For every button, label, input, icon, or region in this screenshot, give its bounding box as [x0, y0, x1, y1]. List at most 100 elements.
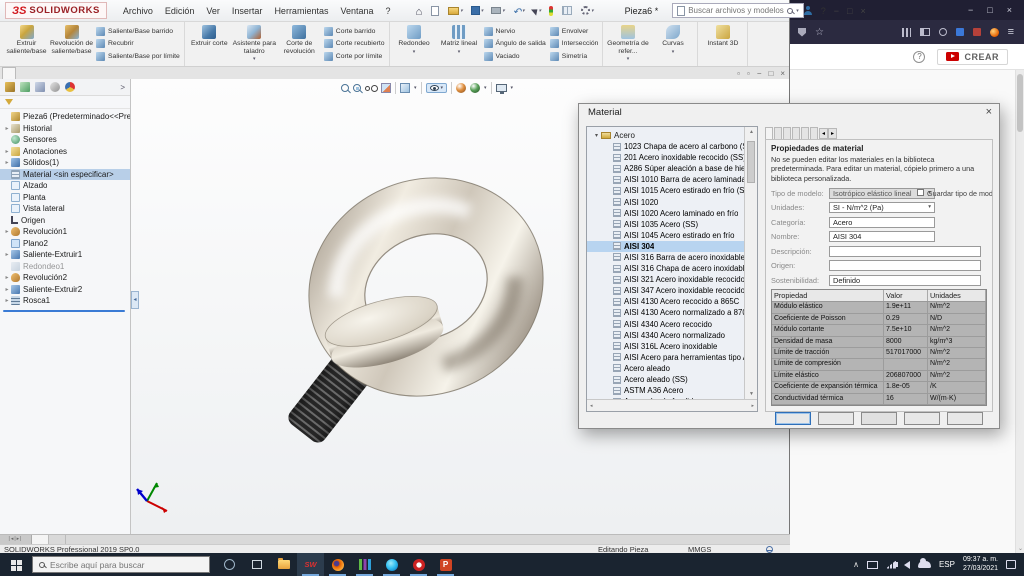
- doc-pane2-icon[interactable]: ▫: [747, 69, 750, 78]
- table-row[interactable]: Coeficiente de Poisson 0.29 N/D: [772, 314, 986, 325]
- bookmark-star-icon[interactable]: ☆: [815, 27, 824, 38]
- create-button[interactable]: CREAR: [937, 49, 1008, 65]
- rollback-bar[interactable]: [3, 310, 125, 312]
- ribbon-button-small[interactable]: Corte barrido: [324, 27, 385, 36]
- material-list-item[interactable]: ASTM A36 Acero: [587, 385, 744, 396]
- material-list-item[interactable]: AISI 4340 Acero normalizado: [587, 330, 744, 341]
- display-style-icon[interactable]: [400, 83, 410, 93]
- sustainability-input[interactable]: Definido: [829, 275, 981, 286]
- apply-scene-icon[interactable]: [470, 83, 480, 93]
- browser-minimize-button[interactable]: −: [968, 5, 973, 15]
- table-row[interactable]: Límite elástico 206807000 N/m^2: [772, 371, 986, 382]
- propertymanager-tab-icon[interactable]: [20, 82, 30, 92]
- table-row[interactable]: Coeficiente de expansión térmica 1.8e-05…: [772, 382, 986, 393]
- configurationmanager-tab-icon[interactable]: [35, 82, 45, 92]
- material-list-item[interactable]: AISI 316L Acero inoxidable: [587, 341, 744, 352]
- units-dropdown[interactable]: SI - N/m^2 (Pa)▾: [829, 202, 935, 213]
- dialog-tab[interactable]: [774, 127, 782, 139]
- dialog-tab[interactable]: [810, 127, 818, 139]
- source-input[interactable]: [829, 260, 981, 271]
- panel-splitter-arrow[interactable]: ◂: [131, 291, 139, 309]
- ribbon-tab[interactable]: [30, 67, 44, 79]
- ribbon-button[interactable]: Curvas▾: [650, 22, 695, 66]
- ribbon-button[interactable]: Instant 3D: [700, 22, 745, 66]
- display-pane-icon[interactable]: [559, 4, 576, 17]
- ribbon-tab[interactable]: [58, 67, 72, 79]
- ribbon-button-small[interactable]: Corte por límite: [324, 52, 385, 61]
- material-list-item[interactable]: AISI 347 Acero inoxidable recocido (: [587, 285, 744, 296]
- expand-arrow-icon[interactable]: ▸: [3, 286, 11, 293]
- browser-scrollbar[interactable]: ⌄: [1015, 70, 1024, 553]
- scroll-up-icon[interactable]: ▲: [745, 129, 758, 135]
- material-list-item[interactable]: AISI 1010 Barra de acero laminada e: [587, 174, 744, 185]
- scrollbar-thumb[interactable]: [747, 141, 755, 183]
- ribbon-button-small[interactable]: Intersección: [550, 39, 599, 48]
- table-row[interactable]: Módulo elástico 1.9e+11 N/m^2: [772, 302, 986, 313]
- expand-arrow-icon[interactable]: ▸: [3, 251, 11, 258]
- browser-maximize-button[interactable]: □: [987, 5, 992, 15]
- description-input[interactable]: [829, 246, 981, 257]
- taskbar-search-input[interactable]: [50, 560, 190, 570]
- menu-item[interactable]: ?: [380, 3, 397, 19]
- user-account-icon[interactable]: [804, 6, 813, 15]
- dimxpertmanager-tab-icon[interactable]: [50, 82, 60, 92]
- material-list-item[interactable]: AISI 321 Acero inoxidable recocido (: [587, 274, 744, 285]
- search-input[interactable]: [688, 6, 784, 15]
- dialog-close-button[interactable]: ×: [986, 106, 992, 118]
- search-caret-icon[interactable]: ▾: [796, 8, 799, 14]
- menu-item[interactable]: Archivo: [117, 3, 159, 19]
- document-tab[interactable]: [32, 535, 49, 544]
- firefox-taskbar-button[interactable]: [324, 553, 351, 576]
- menu-item[interactable]: Herramientas: [268, 3, 334, 19]
- material-list-item[interactable]: AISI 4340 Acero recocido: [587, 319, 744, 330]
- ribbon-button[interactable]: Geometría de refer...▾: [605, 22, 650, 66]
- sidebar-icon[interactable]: [920, 28, 930, 36]
- category-input[interactable]: Acero: [829, 217, 935, 228]
- hamburger-menu-icon[interactable]: ≡: [1008, 26, 1014, 38]
- dialog-tab[interactable]: [783, 127, 791, 139]
- settings-icon[interactable]: ▾: [578, 4, 597, 17]
- display-tray-icon[interactable]: [867, 561, 878, 569]
- material-list-item[interactable]: AISI 1015 Acero estirado en frío (SS): [587, 185, 744, 196]
- zoom-to-area-icon[interactable]: [353, 84, 361, 92]
- tree-item-saliente-extruir1[interactable]: ▸ Saliente-Extruir1: [0, 249, 130, 261]
- tree-item-redondeo1[interactable]: Redondeo1: [0, 261, 130, 273]
- tab-scroll-left-icon[interactable]: ◂: [819, 128, 828, 139]
- menu-item[interactable]: Ventana: [334, 3, 379, 19]
- expand-arrow-icon[interactable]: ▸: [3, 148, 11, 155]
- ribbon-tab[interactable]: [2, 67, 16, 79]
- save-model-type-checkbox[interactable]: Guardar tipo de modelo en la b: [917, 189, 993, 198]
- options-icon[interactable]: [546, 4, 557, 18]
- edit-appearance-icon[interactable]: [456, 83, 466, 93]
- tree-vertical-scrollbar[interactable]: ▲ ▼: [744, 127, 757, 399]
- help-menu[interactable]: ?: [821, 6, 826, 16]
- displaymanager-tab-icon[interactable]: [65, 82, 75, 92]
- name-input[interactable]: AISI 304: [829, 231, 935, 242]
- expand-arrow-icon[interactable]: ▸: [3, 228, 11, 235]
- cortana-button[interactable]: [216, 553, 243, 576]
- config-button[interactable]: [904, 412, 940, 425]
- expand-arrow-icon[interactable]: ▸: [3, 297, 11, 304]
- ribbon-button-small[interactable]: Envolver: [550, 27, 599, 36]
- home-icon[interactable]: [413, 0, 427, 22]
- material-list-item[interactable]: AISI 316 Barra de acero inoxidable r: [587, 252, 744, 263]
- aplicar-button[interactable]: [775, 412, 811, 425]
- new-document-icon[interactable]: [428, 4, 443, 18]
- ribbon-button-small[interactable]: Ángulo de salida: [484, 39, 546, 48]
- tab-scroll-right-icon[interactable]: ▸: [828, 128, 837, 139]
- doc-restore-button[interactable]: □: [768, 69, 773, 78]
- ribbon-button-small[interactable]: Vaciado: [484, 52, 546, 61]
- previous-view-icon[interactable]: [365, 86, 370, 91]
- taskbar-search[interactable]: [32, 556, 210, 573]
- powerpoint-taskbar-button[interactable]: P: [432, 553, 459, 576]
- tree-item-sensores[interactable]: Sensores: [0, 134, 130, 146]
- recorder-taskbar-button[interactable]: [405, 553, 432, 576]
- doc-close-button[interactable]: ×: [780, 69, 785, 78]
- ribbon-tab[interactable]: [44, 67, 58, 79]
- tray-chevron-icon[interactable]: ∧: [853, 560, 859, 569]
- material-list-item[interactable]: 1023 Chapa de acero al carbono (SS: [587, 141, 744, 152]
- tree-item-alzado[interactable]: Alzado: [0, 180, 130, 192]
- material-list-item[interactable]: AISI 304: [587, 241, 744, 252]
- cerrar-button[interactable]: [818, 412, 854, 425]
- extension2-icon[interactable]: [973, 28, 981, 36]
